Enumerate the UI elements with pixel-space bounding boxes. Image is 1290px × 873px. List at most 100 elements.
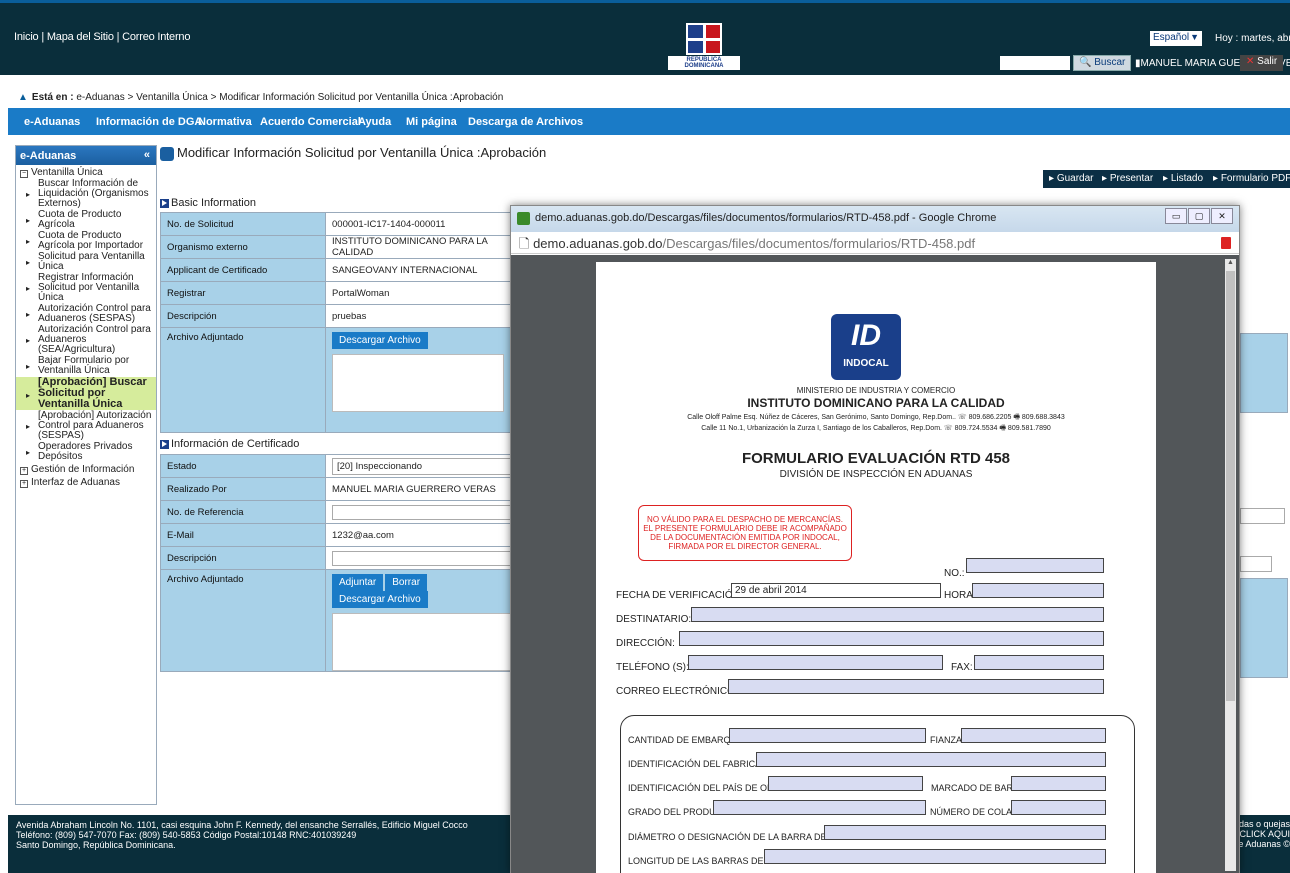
- download-file-button[interactable]: Descargar Archivo: [332, 591, 428, 608]
- pdf-label: DIRECCIÓN:: [616, 638, 675, 649]
- collapse-icon[interactable]: «: [144, 149, 150, 161]
- field-label: Organismo externo: [160, 235, 326, 259]
- search-input[interactable]: [1000, 56, 1070, 70]
- table-row: Estado [20] Inspeccionando: [160, 454, 519, 478]
- field-value: pruebas: [325, 304, 511, 328]
- sidebar-item[interactable]: ▸ Solicitud para Ventanilla Única: [16, 252, 156, 272]
- pdf-fecha-field[interactable]: 29 de abril 2014: [731, 583, 941, 598]
- maximize-button[interactable]: ▢: [1188, 208, 1210, 224]
- nav-acuerdo-comercial[interactable]: Acuerdo Comercial: [260, 116, 361, 128]
- scroll-up-icon[interactable]: ▲: [1227, 259, 1234, 266]
- footer-right-link[interactable]: r CLICK AQUI: [1232, 829, 1290, 839]
- sidebar-item[interactable]: ▸ Cuota de Producto Agrícola por Importad…: [16, 231, 156, 251]
- language-select[interactable]: Español ▼: [1150, 31, 1202, 46]
- delete-button[interactable]: Borrar: [385, 574, 428, 591]
- top-links[interactable]: Inicio | Mapa del Sitio | Correo Interno: [14, 31, 190, 43]
- table-row: Archivo Adjuntado Adjuntar BorrarDescargar…: [160, 569, 519, 672]
- sidebar-root-ventanilla[interactable]: − Ventanilla Única: [16, 168, 156, 178]
- attach-button[interactable]: Adjuntar: [332, 574, 384, 591]
- reference-input-edge[interactable]: [1240, 508, 1285, 524]
- description-input[interactable]: [332, 550, 512, 566]
- sidebar-menu: − Ventanilla Única ▸ Buscar Información de…: [16, 168, 156, 488]
- bullet-icon: ▸: [26, 190, 31, 199]
- nav-normativa[interactable]: Normativa: [198, 116, 252, 128]
- pdf-direccion-field[interactable]: [679, 631, 1104, 646]
- expand-box-icon: +: [20, 467, 28, 475]
- sidebar-item[interactable]: ▸ Autorización Control para Aduaneros (SE…: [16, 325, 156, 355]
- pdf-correo-field[interactable]: [728, 679, 1104, 694]
- sidebar-item[interactable]: ▸ Buscar Información de Liquidación (Orga…: [16, 179, 156, 209]
- sidebar-item-label: Solicitud para Ventanilla Única: [38, 251, 145, 272]
- sidebar-item-active[interactable]: ▸ [Aprobación] Buscar Solicitud por Venta…: [16, 377, 156, 410]
- sidebar-item[interactable]: ▸ Bajar Formulario por Ventanilla Única: [16, 356, 156, 376]
- breadcrumb-path[interactable]: e-Aduanas > Ventanilla Única > Modificar…: [76, 92, 503, 103]
- pdf-destinatario-field[interactable]: [691, 607, 1104, 622]
- section-basic-information: Basic Information: [160, 197, 256, 209]
- nav-e-aduanas[interactable]: e-Aduanas: [24, 116, 80, 128]
- popup-titlebar[interactable]: demo.aduanas.gob.do/Descargas/files/docu…: [511, 206, 1239, 232]
- pdf-fabricante-field[interactable]: [756, 752, 1106, 767]
- pdf-hora-field[interactable]: [972, 583, 1104, 598]
- close-button[interactable]: ✕: [1211, 208, 1233, 224]
- nav-informacion-dga[interactable]: Información de DGA: [96, 116, 202, 128]
- search-button[interactable]: 🔍 Buscar: [1073, 55, 1132, 71]
- attachment-panel-edge: [1240, 333, 1288, 413]
- certificate-table: Estado [20] Inspeccionando Realizado Por M…: [160, 454, 519, 672]
- pdf-colada-field[interactable]: [1011, 800, 1106, 815]
- sidebar-item[interactable]: ▸ [Aprobación] Autorización Control para …: [16, 411, 156, 441]
- site-header: Inicio | Mapa del Sitio | Correo Interno…: [0, 0, 1290, 75]
- listado-button[interactable]: ▸ Listado: [1157, 170, 1210, 188]
- sidebar-item[interactable]: ▸ Registrar Información Solicitud por Ven…: [16, 273, 156, 303]
- pdf-telefono-field[interactable]: [688, 655, 943, 670]
- pdf-popup-window: demo.aduanas.gob.do/Descargas/files/docu…: [510, 205, 1240, 873]
- pdf-label: CORREO ELECTRÓNICO:: [616, 686, 738, 697]
- pdf-no-field[interactable]: [966, 558, 1104, 573]
- pdf-division: DIVISIÓN DE INSPECCIÓN EN ADUANAS: [779, 469, 973, 480]
- bullet-icon: ▸: [26, 448, 31, 457]
- pdf-ministry: MINISTERIO DE INDUSTRIA Y COMERCIO: [796, 386, 956, 395]
- scrollbar-thumb[interactable]: [1226, 271, 1235, 701]
- table-row: Descripción: [160, 546, 519, 570]
- pdf-fianza-field[interactable]: [961, 728, 1106, 743]
- pdf-diametro-field[interactable]: [824, 825, 1106, 840]
- close-icon: ✕: [1246, 56, 1255, 67]
- sidebar-item[interactable]: ▸ Cuota de Producto Agrícola: [16, 210, 156, 230]
- email-field[interactable]: 1232@aa.com: [325, 523, 519, 547]
- nav-descarga-archivos[interactable]: Descarga de Archivos: [468, 116, 583, 128]
- sidebar-root-label: Ventanilla Única: [31, 167, 103, 178]
- pdf-scrollbar[interactable]: ▲: [1225, 259, 1236, 871]
- bullet-icon: ▸: [26, 336, 31, 345]
- download-file-button[interactable]: Descargar Archivo: [332, 332, 428, 349]
- attachment-textarea[interactable]: [332, 354, 504, 412]
- sidebar-item[interactable]: ▸ Autorización Control para Aduaneros (SE…: [16, 304, 156, 324]
- pdf-cantidad-field[interactable]: [729, 728, 926, 743]
- logo-mark-icon: ID: [851, 319, 881, 352]
- field-value: SANGEOVANY INTERNACIONAL: [325, 258, 511, 282]
- pdf-pais-field[interactable]: [768, 776, 923, 791]
- estado-select[interactable]: [20] Inspeccionando: [332, 457, 512, 475]
- address-bar[interactable]: 🗋 demo.aduanas.gob.do/Descargas/files/do…: [511, 232, 1239, 254]
- nav-mi-pagina[interactable]: Mi página: [406, 116, 457, 128]
- sidebar-root-interfaz[interactable]: + Interfaz de Aduanas: [16, 478, 156, 488]
- reference-input[interactable]: [332, 504, 512, 520]
- presentar-button[interactable]: ▸ Presentar: [1096, 170, 1160, 188]
- home-icon[interactable]: ▲: [18, 92, 28, 103]
- pdf-longitud-field[interactable]: [764, 849, 1106, 864]
- guardar-button[interactable]: ▸ Guardar: [1043, 170, 1100, 188]
- sidebar-item[interactable]: ▸ Operadores Privados Depósitos: [16, 442, 156, 462]
- minimize-button[interactable]: ▭: [1165, 208, 1187, 224]
- description-input-edge[interactable]: [1240, 556, 1272, 572]
- formulario-pdf-button[interactable]: ▸ Formulario PDF: [1207, 170, 1290, 188]
- sidebar-item-label: Autorización Control para Aduaneros (SES…: [38, 303, 151, 324]
- pdf-fax-field[interactable]: [974, 655, 1104, 670]
- bullet-icon: ▸: [26, 216, 31, 225]
- pdf-grado-field[interactable]: [713, 800, 926, 815]
- pdf-marcado-field[interactable]: [1011, 776, 1106, 791]
- expand-box-icon: +: [20, 480, 28, 488]
- field-value: 000001-IC17-1404-000011: [325, 212, 511, 236]
- logout-button[interactable]: ✕ Salir: [1240, 55, 1284, 71]
- page-icon: [160, 146, 174, 161]
- attachment-textarea[interactable]: [332, 613, 512, 671]
- nav-ayuda[interactable]: Ayuda: [358, 116, 391, 128]
- sidebar-root-gestion[interactable]: + Gestión de Información: [16, 465, 156, 475]
